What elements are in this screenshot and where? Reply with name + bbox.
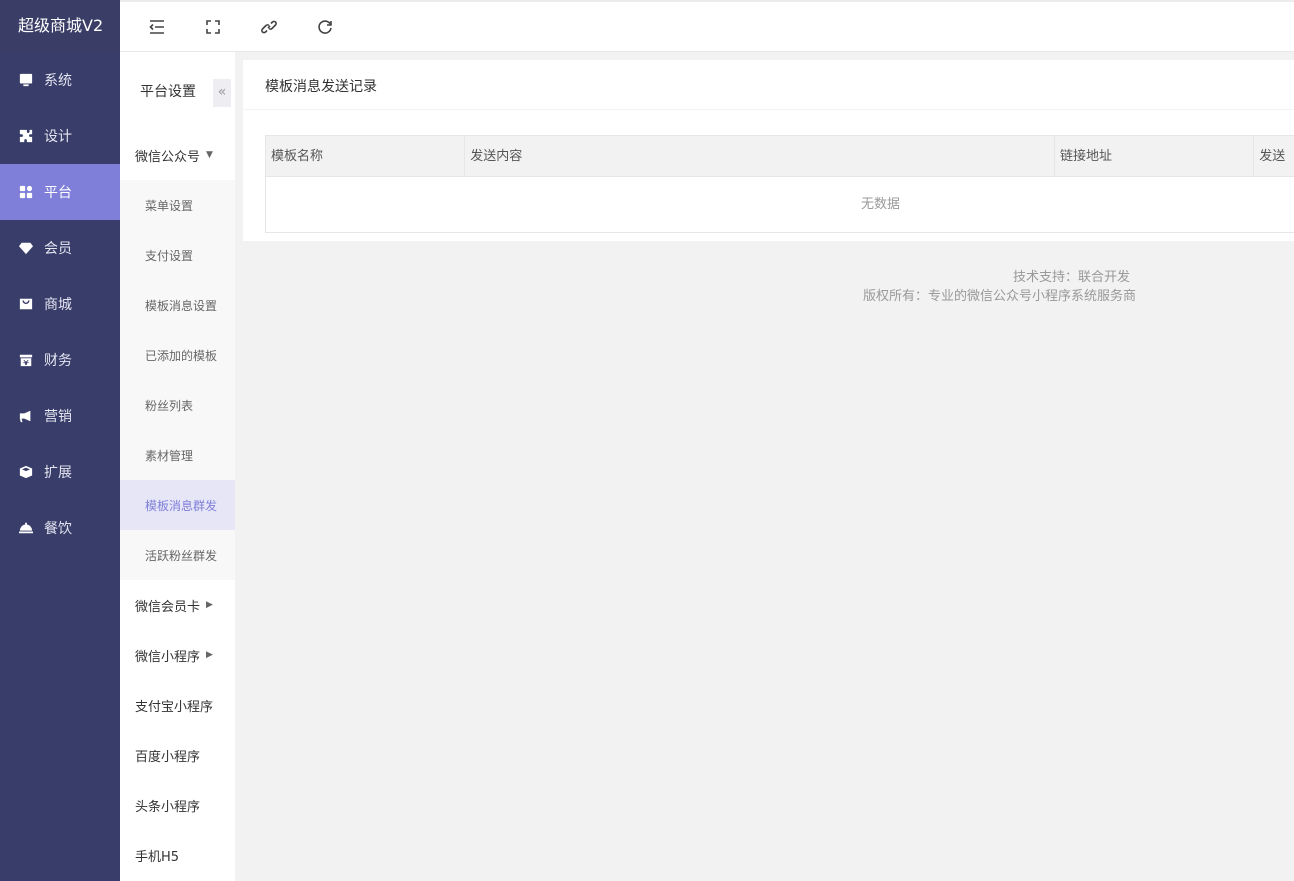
- nav-label: 平台: [44, 185, 72, 201]
- cube-icon: [18, 464, 34, 480]
- nav-label: 扩展: [44, 465, 72, 481]
- caret-right-icon: ▶: [206, 600, 213, 610]
- link-icon[interactable]: [260, 18, 278, 36]
- cloche-icon: [18, 520, 34, 536]
- column-content[interactable]: 发送内容: [465, 136, 1056, 176]
- grid-icon: [18, 184, 34, 200]
- menu-fold-icon[interactable]: [148, 18, 166, 36]
- secondary-sidebar: 平台设置 « 微信公众号 ▼ 菜单设置 支付设置 模板消息设置 已添加的模板 粉…: [120, 52, 235, 881]
- monitor-icon: [18, 72, 34, 88]
- nav-item-platform[interactable]: 平台: [0, 164, 120, 220]
- nav-item-marketing[interactable]: 营销: [0, 388, 120, 444]
- footer-copyright: 版权所有：专业的微信公众号小程序系统服务商: [863, 289, 1137, 304]
- group-label: 微信公众号: [135, 149, 201, 165]
- gem-icon: [18, 240, 34, 256]
- bullhorn-icon: [18, 408, 34, 424]
- column-template-name[interactable]: 模板名称: [266, 136, 466, 176]
- nav-item-design[interactable]: 设计: [0, 108, 120, 164]
- collapse-button[interactable]: «: [213, 79, 231, 107]
- group-wechat-card[interactable]: 微信会员卡 ▶: [120, 580, 235, 630]
- nav-item-mall[interactable]: 商城: [0, 276, 120, 332]
- nav-label: 营销: [44, 409, 72, 425]
- caret-right-icon: ▶: [206, 650, 213, 660]
- nav-item-system[interactable]: 系统: [0, 52, 120, 108]
- nav-label: 财务: [44, 353, 72, 369]
- sub-sidebar-header: 平台设置 «: [120, 52, 235, 130]
- nav-item-member[interactable]: 会员: [0, 220, 120, 276]
- main-sidebar: 超级商城V2 系统 设计 平台 会员 商城 财务 营销 扩展 餐饮: [0, 0, 120, 881]
- page-title: 模板消息发送记录: [243, 60, 1294, 110]
- brand-logo: 超级商城V2: [0, 0, 120, 52]
- column-send[interactable]: 发送: [1254, 136, 1294, 176]
- footer: 技术支持：联合开发 版权所有：专业的微信公众号小程序系统服务商: [243, 268, 1294, 306]
- sub-sidebar-title: 平台设置: [140, 84, 196, 100]
- group-wechat-mini[interactable]: 微信小程序 ▶: [120, 630, 235, 680]
- nav-label: 餐饮: [44, 521, 72, 537]
- empty-state: 无数据: [861, 197, 901, 212]
- table-header: 模板名称 发送内容 链接地址 发送: [266, 136, 1294, 177]
- nav-item-finance[interactable]: 财务: [0, 332, 120, 388]
- nav-label: 系统: [44, 73, 72, 89]
- nav-label: 设计: [44, 129, 72, 145]
- nav-label: 会员: [44, 241, 72, 257]
- wechat-submenu: 菜单设置 支付设置 模板消息设置 已添加的模板 粉丝列表 素材管理 模板消息群发…: [120, 180, 235, 580]
- sub-item-template-broadcast[interactable]: 模板消息群发: [120, 480, 235, 530]
- sub-item-menu-settings[interactable]: 菜单设置: [120, 180, 235, 230]
- puzzle-icon: [18, 128, 34, 144]
- shop-icon: [18, 296, 34, 312]
- group-label: 微信小程序: [135, 649, 201, 665]
- group-baidu-mini[interactable]: 百度小程序: [120, 730, 235, 780]
- nav-item-catering[interactable]: 餐饮: [0, 500, 120, 556]
- group-label: 微信会员卡: [135, 599, 201, 615]
- nav-item-extension[interactable]: 扩展: [0, 444, 120, 500]
- group-toutiao-mini[interactable]: 头条小程序: [120, 780, 235, 830]
- group-mobile-h5[interactable]: 手机H5: [120, 830, 235, 880]
- sub-item-template-settings[interactable]: 模板消息设置: [120, 280, 235, 330]
- main-card: 模板消息发送记录 模板名称 发送内容 链接地址 发送 无数据: [243, 60, 1294, 241]
- top-toolbar: [120, 0, 1294, 52]
- fullscreen-icon[interactable]: [204, 18, 222, 36]
- column-link[interactable]: 链接地址: [1055, 136, 1255, 176]
- caret-down-icon: ▼: [206, 150, 213, 160]
- nav-label: 商城: [44, 297, 72, 313]
- sub-item-fans-list[interactable]: 粉丝列表: [120, 380, 235, 430]
- footer-support: 技术支持：联合开发: [1013, 270, 1131, 285]
- records-table: 模板名称 发送内容 链接地址 发送 无数据: [265, 135, 1294, 233]
- refresh-icon[interactable]: [316, 18, 334, 36]
- sub-item-active-fans-broadcast[interactable]: 活跃粉丝群发: [120, 530, 235, 580]
- group-alipay-mini[interactable]: 支付宝小程序: [120, 680, 235, 730]
- wallet-icon: [18, 352, 34, 368]
- sub-item-material[interactable]: 素材管理: [120, 430, 235, 480]
- group-wechat-official[interactable]: 微信公众号 ▼: [120, 130, 235, 180]
- sub-item-payment-settings[interactable]: 支付设置: [120, 230, 235, 280]
- sub-item-added-templates[interactable]: 已添加的模板: [120, 330, 235, 380]
